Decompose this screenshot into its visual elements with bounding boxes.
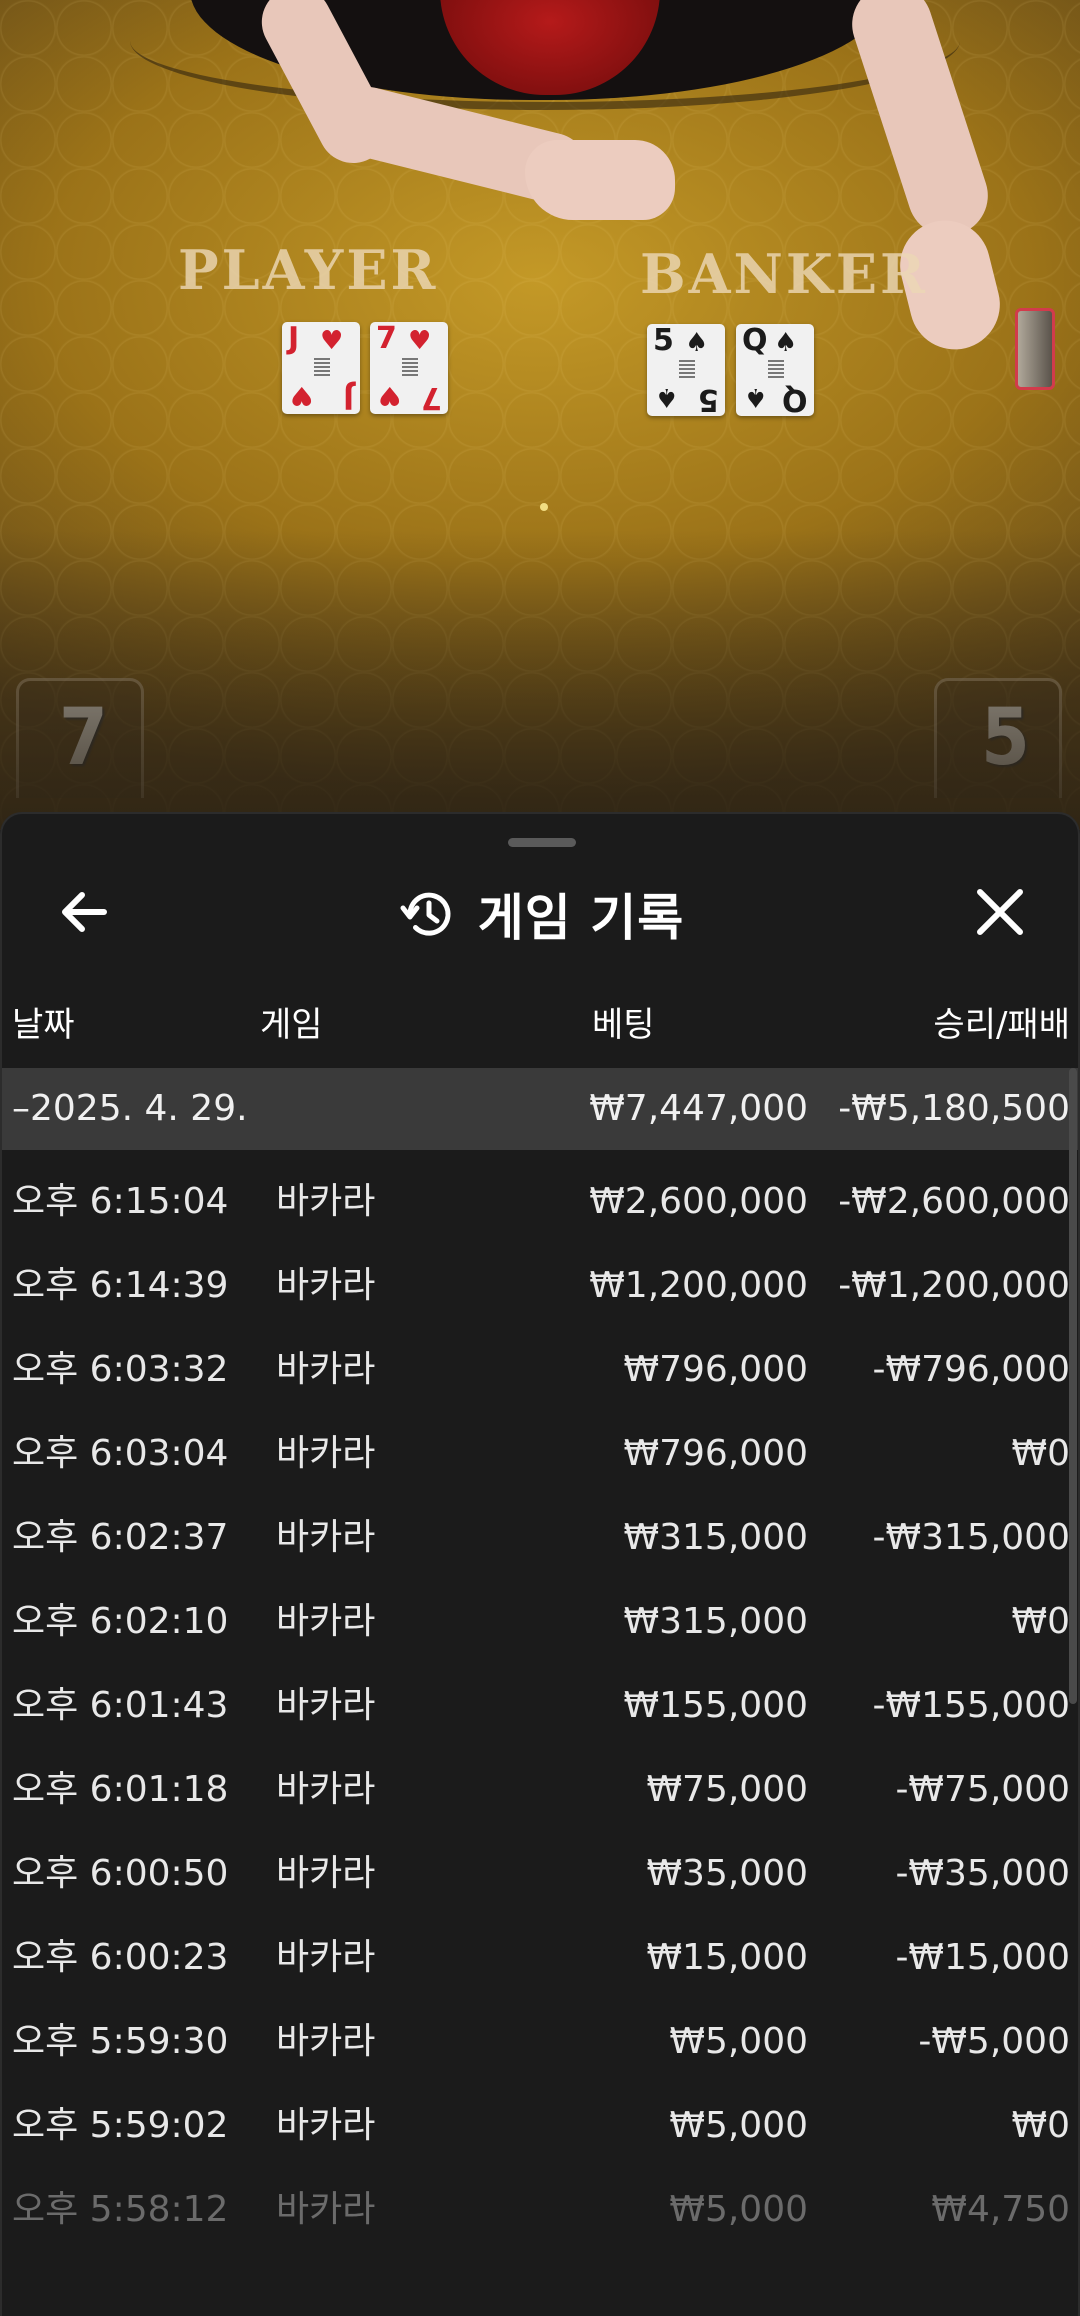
table-rim [130,40,960,110]
row-game: 바카라 [276,1265,376,1306]
player-card-2: 7 ♥ ♥ 7 [370,322,448,415]
row-time: 오후 6:15:04 [12,1181,229,1222]
row-bet: ₩155,000 [623,1685,808,1726]
row-game: 바카라 [276,2021,376,2062]
row-game: 바카라 [276,1601,376,1642]
row-time: 오후 6:02:10 [12,1601,229,1642]
history-row[interactable]: 오후 5:58:12 바카라 ₩5,000 ₩4,750 [2,2168,1078,2252]
row-game: 바카라 [276,1517,376,1558]
row-result: -₩1,200,000 [838,1265,1070,1306]
row-game: 바카라 [276,1433,376,1474]
row-result: -₩796,000 [872,1349,1070,1390]
dealer-right-arm [841,0,999,246]
row-result: ₩0 [1011,1433,1071,1474]
row-time: 오후 6:03:04 [12,1433,229,1474]
row-bet: ₩315,000 [623,1517,808,1558]
row-game: 바카라 [276,1937,376,1978]
row-result: -₩315,000 [872,1517,1070,1558]
column-header-result: 승리/패배 [933,1005,1070,1045]
row-bet: ₩2,600,000 [589,1181,808,1222]
date-group-summary-row[interactable]: –2025. 4. 29. ₩7,447,000 -₩5,180,500 [2,1068,1078,1150]
row-game: 바카라 [276,1769,376,1810]
row-time: 오후 6:01:43 [12,1685,229,1726]
history-row[interactable]: 오후 6:03:04 바카라 ₩796,000 ₩0 [2,1412,1078,1496]
sheet-drag-handle[interactable] [508,838,576,847]
player-score-box: 7 [16,678,144,798]
row-bet: ₩15,000 [646,1937,808,1978]
summary-result-total: -₩5,180,500 [838,1088,1070,1129]
history-row[interactable]: 오후 6:02:37 바카라 ₩315,000 -₩315,000 [2,1496,1078,1580]
row-time: 오후 6:14:39 [12,1265,229,1306]
row-bet: ₩5,000 [669,2105,808,2146]
row-time: 오후 6:01:18 [12,1769,229,1810]
row-result: ₩0 [1011,2105,1071,2146]
row-game: 바카라 [276,1349,376,1390]
row-bet: ₩5,000 [669,2021,808,2062]
row-bet: ₩796,000 [623,1349,808,1390]
row-time: 오후 5:59:02 [12,2105,229,2146]
row-game: 바카라 [276,2189,376,2230]
close-icon [977,889,1023,935]
column-header-bet: 베팅 [592,1005,655,1045]
history-list: 오후 6:15:04 바카라 ₩2,600,000 -₩2,600,000 오후… [2,1160,1078,2252]
live-game-video[interactable]: PLAYER BANKER J ♥ ♥ J 7 ♥ ♥ 7 5 ♠ ♠ 5 Q … [0,0,1080,830]
dealer-left-hand [525,140,675,220]
row-result: ₩4,750 [931,2189,1070,2230]
history-row[interactable]: 오후 5:59:30 바카라 ₩5,000 -₩5,000 [2,2000,1078,2084]
row-result: -₩75,000 [895,1769,1070,1810]
history-icon [400,892,451,936]
list-scrollbar[interactable] [1069,1068,1077,1704]
row-result: -₩155,000 [872,1685,1070,1726]
row-bet: ₩315,000 [623,1601,808,1642]
banker-score: 5 [981,693,1030,783]
row-time: 오후 6:00:50 [12,1853,229,1894]
history-row[interactable]: 오후 6:02:10 바카라 ₩315,000 ₩0 [2,1580,1078,1664]
table-marker-dot [540,503,548,511]
row-result: -₩35,000 [895,1853,1070,1894]
history-row[interactable]: 오후 6:00:23 바카라 ₩15,000 -₩15,000 [2,1916,1078,2000]
row-time: 오후 5:59:30 [12,2021,229,2062]
row-result: -₩5,000 [918,2021,1070,2062]
row-result: ₩0 [1011,1601,1071,1642]
history-row[interactable]: 오후 6:00:50 바카라 ₩35,000 -₩35,000 [2,1832,1078,1916]
summary-date: –2025. 4. 29. [12,1088,248,1129]
row-game: 바카라 [276,1181,376,1222]
row-game: 바카라 [276,1685,376,1726]
row-game: 바카라 [276,1853,376,1894]
sheet-header: 게임 기록 [2,874,1078,954]
history-row[interactable]: 오후 6:14:39 바카라 ₩1,200,000 -₩1,200,000 [2,1244,1078,1328]
banker-score-box: 5 [934,678,1062,798]
banker-card-2: Q ♠ ♠ Q [736,324,814,417]
row-time: 오후 5:58:12 [12,2189,229,2230]
card-shoe [1015,308,1055,390]
banker-card-1: 5 ♠ ♠ 5 [647,324,725,417]
row-time: 오후 6:00:23 [12,1937,229,1978]
player-score: 7 [59,693,108,783]
row-time: 오후 6:03:32 [12,1349,229,1390]
game-history-sheet: 게임 기록 날짜 게임 베팅 승리/패배 –2025. 4. 29. ₩7,44… [0,812,1080,2316]
row-result: -₩15,000 [895,1937,1070,1978]
row-bet: ₩796,000 [623,1433,808,1474]
history-row[interactable]: 오후 6:01:43 바카라 ₩155,000 -₩155,000 [2,1664,1078,1748]
history-row[interactable]: 오후 6:01:18 바카라 ₩75,000 -₩75,000 [2,1748,1078,1832]
sheet-title: 게임 기록 [477,889,685,947]
player-zone-label: PLAYER [178,238,439,302]
row-bet: ₩5,000 [669,2189,808,2230]
history-row[interactable]: 오후 6:15:04 바카라 ₩2,600,000 -₩2,600,000 [2,1160,1078,1244]
row-time: 오후 6:02:37 [12,1517,229,1558]
column-header-date: 날짜 [12,1005,75,1045]
player-card-1: J ♥ ♥ J [282,322,360,415]
history-row[interactable]: 오후 5:59:02 바카라 ₩5,000 ₩0 [2,2084,1078,2168]
row-bet: ₩75,000 [646,1769,808,1810]
column-header-game: 게임 [260,1005,323,1045]
row-bet: ₩1,200,000 [589,1265,808,1306]
row-game: 바카라 [276,2105,376,2146]
history-row[interactable]: 오후 6:03:32 바카라 ₩796,000 -₩796,000 [2,1328,1078,1412]
row-result: -₩2,600,000 [838,1181,1070,1222]
banker-zone-label: BANKER [640,242,928,306]
close-button[interactable] [970,880,1030,944]
summary-bet-total: ₩7,447,000 [589,1088,808,1129]
row-bet: ₩35,000 [646,1853,808,1894]
